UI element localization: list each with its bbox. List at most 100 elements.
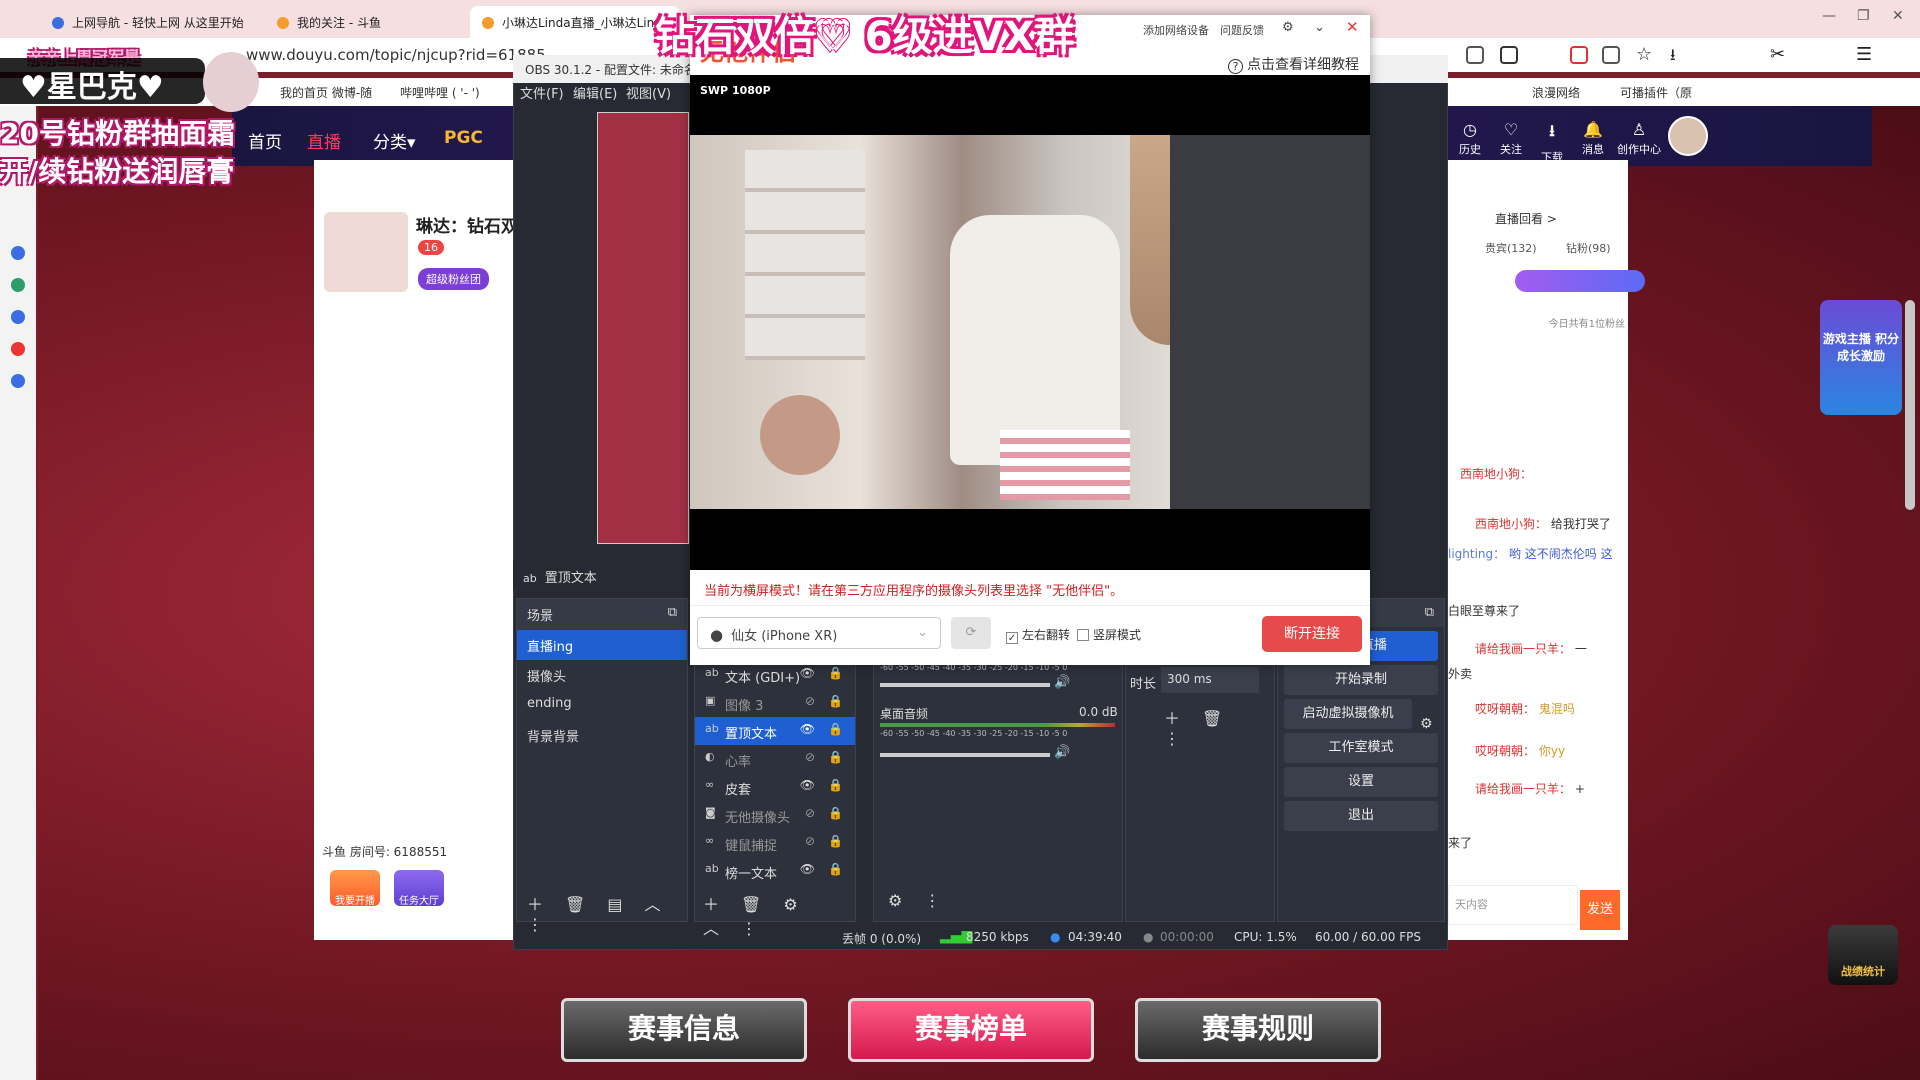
lock-icon[interactable]: 🔒 <box>828 834 843 848</box>
undock-icon[interactable]: ⧉ <box>668 605 677 620</box>
lock-icon[interactable]: 🔒 <box>828 750 843 764</box>
lock-icon[interactable]: 🔒 <box>828 722 843 736</box>
extension-icon[interactable] <box>1466 46 1484 64</box>
vertical-mode-checkbox[interactable]: 竖屏模式 <box>1077 626 1141 643</box>
disconnect-button[interactable]: 断开连接 <box>1262 616 1362 652</box>
event-rules-banner[interactable]: 赛事规则 <box>1135 998 1381 1062</box>
close-icon[interactable]: ✕ <box>1346 18 1359 36</box>
up-icon[interactable]: ︿ <box>703 915 719 939</box>
bookmark-item[interactable]: 哔哩哔哩 ( '- ') <box>400 84 480 101</box>
avatar[interactable] <box>1668 116 1708 156</box>
nav-category[interactable]: 分类▾ <box>373 128 416 153</box>
browser-tab[interactable]: 上网导航 - 轻快上网 从这里开始 <box>40 6 270 38</box>
nav-history[interactable]: ◷ 历史 <box>1450 120 1490 157</box>
nav-pgc[interactable]: PGC <box>444 128 483 148</box>
refresh-button[interactable]: ⟳ <box>951 617 991 649</box>
bookmark-item[interactable]: 浪漫网络 <box>1532 84 1580 101</box>
add-icon[interactable]: ＋ <box>703 891 719 915</box>
gear-icon[interactable]: ⚙ <box>1420 716 1433 732</box>
volume-slider[interactable] <box>880 753 1050 757</box>
start-recording-button[interactable]: 开始录制 <box>1284 665 1438 695</box>
sidebar-icon[interactable] <box>11 374 25 388</box>
promo-card[interactable]: 游戏主播 积分成长激励 <box>1820 300 1902 415</box>
add-network-device-link[interactable]: 添加网络设备 <box>1143 22 1209 38</box>
trash-icon[interactable]: 🗑 <box>565 895 585 914</box>
nav-creator[interactable]: ♙ 创作中心 <box>1614 120 1664 157</box>
add-icon[interactable]: ＋ <box>1164 705 1180 729</box>
more-icon[interactable]: ⋮ <box>527 915 543 934</box>
studio-mode-button[interactable]: 工作室模式 <box>1284 733 1438 763</box>
duration-input[interactable]: 300 ms <box>1161 667 1259 693</box>
trash-icon[interactable]: 🗑 <box>1202 709 1222 728</box>
event-ranking-banner[interactable]: 赛事榜单 <box>848 998 1094 1062</box>
puzzle-icon[interactable] <box>1602 46 1620 64</box>
more-icon[interactable]: ⋮ <box>924 891 940 910</box>
page-scrollbar[interactable] <box>1905 300 1915 510</box>
scene-item[interactable]: 背景背景 <box>517 720 687 750</box>
lock-icon[interactable]: 🔒 <box>828 666 843 680</box>
nav-download[interactable]: ⭳ 下载 <box>1532 120 1572 165</box>
source-item[interactable]: ∞ 皮套 👁 🔒 <box>695 773 855 801</box>
eye-icon[interactable]: 👁 <box>800 722 815 736</box>
restore-icon[interactable]: ❐ <box>1857 8 1870 24</box>
cut-icon[interactable]: ✂ <box>1770 44 1785 65</box>
nav-home[interactable]: 首页 <box>248 128 282 153</box>
add-icon[interactable]: ＋ <box>527 891 543 915</box>
filter-icon[interactable]: ▤ <box>607 895 622 914</box>
fanclub-badge[interactable]: 超级粉丝团 <box>418 268 489 290</box>
minimize-icon[interactable]: — <box>1822 8 1836 24</box>
gear-icon[interactable]: ⚙ <box>888 891 902 910</box>
tab-diamond[interactable]: 钻粉(98) <box>1566 240 1611 256</box>
help-link[interactable]: ? 点击查看详细教程 <box>1228 54 1359 74</box>
nav-follow[interactable]: ♡ 关注 <box>1491 120 1531 157</box>
volume-slider[interactable] <box>880 683 1050 687</box>
sidebar-icon[interactable] <box>11 246 25 260</box>
lock-icon[interactable]: 🔒 <box>828 806 843 820</box>
speaker-icon[interactable]: 🔊 <box>1054 675 1070 690</box>
sidebar-icon[interactable] <box>11 310 25 324</box>
undock-icon[interactable]: ⧉ <box>1425 605 1434 620</box>
device-select[interactable]: ● 仙女 (iPhone XR) ⌄ <box>697 617 941 649</box>
more-icon[interactable]: ⋮ <box>741 919 757 938</box>
lock-icon[interactable]: 🔒 <box>828 862 843 876</box>
up-icon[interactable]: ︿ <box>644 891 660 915</box>
task-hall-button[interactable]: 任务大厅 <box>394 870 444 907</box>
replay-link[interactable]: 直播回看 > <box>1495 210 1557 227</box>
source-item[interactable]: ab 置顶文本 👁 🔒 <box>695 717 855 745</box>
eye-hidden-icon[interactable]: ⊘ <box>805 834 815 848</box>
browser-tab-active[interactable]: 小琳达Linda直播_小琳达Lind <box>470 6 680 38</box>
bookmark-item[interactable]: 可播插件（原 <box>1620 84 1692 101</box>
star-icon[interactable]: ☆ <box>1636 44 1652 65</box>
extension-icon[interactable] <box>1500 46 1518 64</box>
event-info-banner[interactable]: 赛事信息 <box>561 998 807 1062</box>
extension-icon[interactable] <box>1570 46 1588 64</box>
chevron-down-icon[interactable]: ⌄ <box>1314 20 1325 35</box>
download-icon[interactable]: ⭳ <box>1670 44 1676 71</box>
become-diamond-button[interactable] <box>1515 270 1645 292</box>
scene-item[interactable]: 直播ing <box>517 630 687 660</box>
scene-item[interactable]: ending <box>517 690 687 720</box>
menu-icon[interactable]: ☰ <box>1856 44 1872 65</box>
eye-icon[interactable]: 👁 <box>800 666 815 680</box>
virtual-camera-button[interactable]: 启动虚拟摄像机 <box>1284 699 1412 729</box>
exit-button[interactable]: 退出 <box>1284 801 1438 831</box>
mirror-checkbox[interactable]: ✓ 左右翻转 <box>1006 626 1070 644</box>
gear-icon[interactable]: ⚙ <box>1282 20 1294 35</box>
more-icon[interactable]: ⋮ <box>1164 729 1180 748</box>
gear-icon[interactable]: ⚙ <box>783 895 797 914</box>
stats-badge[interactable]: 战绩统计 <box>1828 925 1898 985</box>
source-item[interactable]: ∞ 键鼠捕捉 ⊘ 🔒 <box>695 829 855 857</box>
chat-input[interactable]: 天内容 <box>1448 885 1578 925</box>
source-item[interactable]: ◐ 心率 ⊘ 🔒 <box>695 745 855 773</box>
speaker-icon[interactable]: 🔊 <box>1054 745 1070 760</box>
go-live-button[interactable]: 我要开播 <box>330 870 380 907</box>
source-item[interactable]: ▣ 图像 3 ⊘ 🔒 <box>695 689 855 717</box>
settings-button[interactable]: 设置 <box>1284 767 1438 797</box>
feedback-link[interactable]: 问题反馈 <box>1220 22 1264 38</box>
eye-icon[interactable]: 👁 <box>800 862 815 876</box>
source-item[interactable]: ab 文本 (GDI+) 👁 🔒 <box>695 661 855 689</box>
bookmark-item[interactable]: 我的首页 微博-随 <box>280 84 372 101</box>
eye-hidden-icon[interactable]: ⊘ <box>805 694 815 708</box>
eye-hidden-icon[interactable]: ⊘ <box>805 750 815 764</box>
source-item[interactable]: ◙ 无他摄像头 ⊘ 🔒 <box>695 801 855 829</box>
